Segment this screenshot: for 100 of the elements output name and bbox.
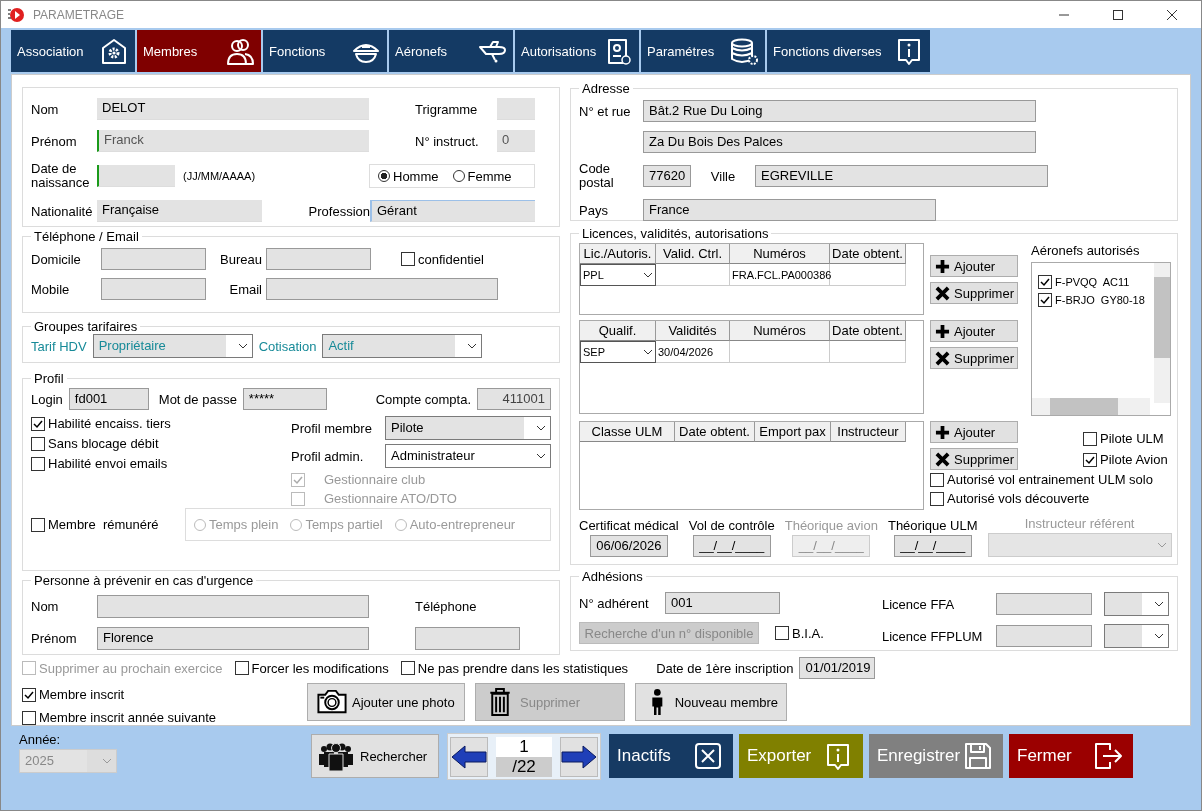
people-group-icon: [318, 740, 354, 772]
text-field[interactable]: Franck: [97, 130, 369, 152]
text-field[interactable]: Za Du Bois Des Palces: [643, 131, 1036, 153]
checkbox[interactable]: [31, 436, 45, 451]
text-field[interactable]: Florence: [97, 626, 369, 650]
text-field[interactable]: [996, 593, 1092, 615]
tab[interactable]: Fonctions: [263, 30, 387, 72]
dropdown[interactable]: [1104, 592, 1169, 616]
checkbox-label: Autorisé vol entrainement ULM solo: [947, 472, 1153, 487]
text-field[interactable]: [266, 278, 498, 300]
text-field[interactable]: fd001: [68, 388, 149, 410]
text-field[interactable]: [101, 278, 206, 300]
checkbox[interactable]: [31, 416, 45, 431]
checkbox[interactable]: [930, 491, 944, 506]
table-action-button[interactable]: Supprimer: [930, 448, 1018, 470]
action-button[interactable]: Ajouter une photo: [307, 683, 465, 721]
tab[interactable]: Paramétres: [641, 30, 765, 72]
text-field[interactable]: 411001: [477, 388, 551, 410]
text-field[interactable]: Française: [97, 200, 262, 222]
checkbox[interactable]: [1083, 452, 1097, 467]
checkbox[interactable]: [31, 456, 45, 471]
tab[interactable]: Fonctions diverses: [767, 30, 930, 72]
search-button[interactable]: Rechercher: [311, 734, 439, 778]
text-field[interactable]: Gérant: [370, 200, 535, 222]
field-label: Prénom: [31, 630, 78, 646]
text-field[interactable]: EGREVILLE: [755, 165, 1048, 187]
chevron-icon: [643, 349, 653, 355]
text-field[interactable]: France: [643, 199, 936, 221]
previous-button[interactable]: [450, 736, 488, 777]
radio-button[interactable]: [452, 170, 465, 182]
text-field[interactable]: 001: [665, 592, 780, 614]
text-field[interactable]: DELOT: [97, 98, 369, 120]
text-field[interactable]: 77620: [643, 165, 691, 187]
text-field[interactable]: [996, 625, 1092, 647]
tab[interactable]: Association: [11, 30, 135, 72]
date-field[interactable]: __/__/____: [692, 535, 771, 557]
tab[interactable]: Membres: [137, 30, 261, 72]
chevron-icon: [467, 343, 478, 349]
table-action-button[interactable]: Supprimer: [930, 347, 1018, 369]
checkbox[interactable]: [930, 472, 944, 487]
table-action-button[interactable]: Ajouter: [930, 421, 1018, 443]
field-label: Compte compta.: [374, 391, 471, 407]
table-action-button[interactable]: Supprimer: [930, 282, 1018, 304]
radio-button[interactable]: [378, 170, 390, 182]
checkbox[interactable]: [1038, 293, 1052, 307]
column-header: Validités: [656, 321, 730, 341]
text-field[interactable]: [415, 626, 520, 650]
right-arrow-icon: [561, 743, 597, 770]
field-label: Domicile: [31, 251, 82, 267]
maximize-icon[interactable]: [1112, 8, 1124, 21]
checkbox-label: Membre inscrit année suivante: [39, 710, 217, 725]
checkbox[interactable]: [1038, 275, 1052, 289]
tab[interactable]: Autorisations: [515, 30, 639, 72]
text-field[interactable]: Bât.2 Rue Du Loing: [643, 100, 1036, 122]
checkbox[interactable]: [400, 661, 415, 675]
field-label: Licence FFA: [882, 596, 956, 612]
action-button[interactable]: Nouveau membre: [635, 683, 787, 721]
checkbox[interactable]: [31, 517, 45, 532]
footer-button[interactable]: Fermer: [1009, 734, 1133, 778]
next-button[interactable]: [560, 736, 598, 777]
dropdown[interactable]: [1104, 624, 1169, 648]
close-icon[interactable]: [1166, 8, 1178, 21]
date-field[interactable]: [97, 165, 175, 187]
checkbox-label: Habilité encaiss. tiers: [48, 416, 171, 431]
column-header: Numéros: [730, 321, 830, 341]
checkbox[interactable]: [1083, 431, 1097, 446]
text-field[interactable]: [266, 248, 371, 270]
checkbox-label: F-PVQQ AC11: [1055, 276, 1130, 288]
checkbox[interactable]: [401, 252, 415, 266]
checkbox[interactable]: [775, 626, 789, 640]
checkbox-label: Habilité envoi emails: [48, 456, 168, 471]
checkbox[interactable]: [234, 661, 249, 675]
footer-button[interactable]: Inactifs: [609, 734, 733, 778]
table-action-button[interactable]: Ajouter: [930, 255, 1018, 277]
tab[interactable]: Aéronefs: [389, 30, 513, 72]
checkbox[interactable]: [22, 687, 36, 702]
checkbox-label: Ne pas prendre dans les statistiques: [417, 660, 629, 676]
password-field[interactable]: *****: [242, 388, 327, 410]
dropdown[interactable]: PPL: [580, 264, 656, 286]
date-field[interactable]: 01/01/2019: [799, 657, 876, 679]
checkbox[interactable]: [22, 710, 36, 725]
checkbox-label: Gestionnaire club: [324, 472, 426, 487]
dropdown[interactable]: Administrateur: [385, 444, 551, 468]
horizontal-scrollbar[interactable]: [1032, 398, 1150, 415]
table-action-button[interactable]: Ajouter: [930, 320, 1018, 342]
text-field[interactable]: [101, 248, 206, 270]
chevron-icon: [102, 758, 112, 764]
dropdown[interactable]: Pilote: [385, 416, 551, 440]
text-field[interactable]: [97, 594, 369, 618]
date-field[interactable]: 06/06/2026: [589, 535, 668, 557]
checkbox-label: Pilote ULM: [1100, 431, 1164, 446]
footer-button[interactable]: Enregistrer: [869, 734, 1003, 778]
dropdown[interactable]: SEP: [580, 341, 656, 363]
footer-button[interactable]: Exporter: [739, 734, 863, 778]
close-box-icon: [693, 741, 723, 771]
vertical-scrollbar[interactable]: [1154, 263, 1170, 403]
column-header: Emport pax: [755, 422, 831, 442]
date-field[interactable]: __/__/____: [893, 535, 972, 557]
text-field[interactable]: 0: [497, 130, 535, 152]
field-label: Nom: [31, 598, 60, 614]
